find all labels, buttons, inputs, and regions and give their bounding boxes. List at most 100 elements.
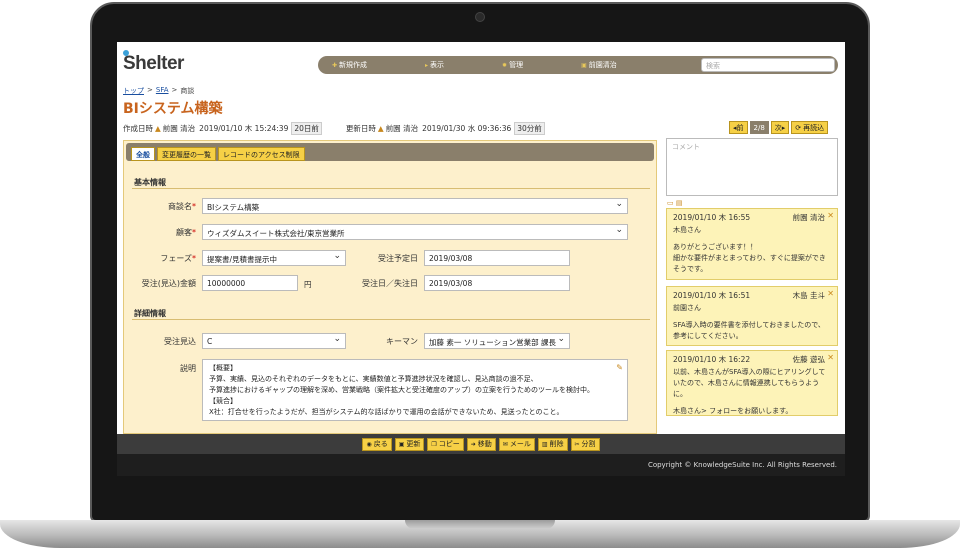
close-icon[interactable]: ✕ [827,352,834,363]
comment-author[interactable]: 前園 清治 [793,212,825,223]
split-button[interactable]: ✂ 分割 [570,437,600,451]
logo[interactable]: Shelter [123,50,184,75]
menu-admin-label: 管理 [509,61,524,69]
app-screen: Shelter ✚ 新規作成 ▸ 表示 ✹ 管理 ▣ 前園清治 検索 トップ >… [117,42,845,476]
back-label: 戻る [373,440,388,448]
attachment-icon[interactable]: ▤ [676,199,683,207]
keyman-select[interactable]: 加藤 素一 ソリューション営業部 課長 ⌄ [424,333,570,349]
tab-access[interactable]: レコードのアクセス制限 [218,147,305,161]
breadcrumb-top[interactable]: トップ [123,86,144,96]
breadcrumb-sep: > [171,86,178,94]
comment-line: 細かな要件がまとまっており、すぐに提案ができそうです。 [673,254,826,273]
breadcrumb-sfa[interactable]: SFA [156,86,169,96]
menu-view[interactable]: ▸ 表示 [425,60,444,70]
deal-name-select[interactable]: BIシステム構築 ⌄ [202,198,628,214]
chevron-down-icon: ⌄ [557,334,565,344]
search-input[interactable]: 検索 [701,58,835,72]
person-icon: ▣ [581,61,587,69]
menu-view-label: 表示 [430,61,445,69]
mail-icon: ✉ [502,440,508,448]
close-icon[interactable]: ✕ [827,288,834,299]
updated-label: 更新日時 [345,124,376,133]
back-button[interactable]: ◉ 戻る [362,437,392,451]
chevron-down-icon: ⌄ [333,334,341,344]
comment-date: 2019/01/10 木 16:51 [673,291,751,300]
pencil-icon[interactable]: ✎ [616,362,623,373]
order-date-input[interactable]: 2019/03/08 [424,275,570,291]
phase-select[interactable]: 提案書/見積書提示中 ⌄ [202,250,346,266]
next-button[interactable]: 次 ▸ [770,121,790,134]
next-icon: ▸ [781,123,786,132]
desc-line: 予算進捗におけるギャップの理解を深め、営業戦略（案件拡大と受注確度のアップ）の立… [209,386,594,394]
menu-new-label: 新規作成 [339,61,368,69]
comment-input[interactable]: コメント [666,138,838,196]
prospect-value: C [207,337,213,346]
copy-button[interactable]: ❐ コピー [427,437,464,451]
comment-date: 2019/01/10 木 16:22 [673,355,751,364]
close-icon[interactable]: ✕ [827,210,834,221]
arrow-icon: ▸ [425,61,429,69]
menu-new[interactable]: ✚ 新規作成 [332,60,367,70]
footer-copyright: Copyright © KnowledgeSuite Inc. All Righ… [117,454,845,476]
comment-author[interactable]: 木島 圭斗 [793,290,825,301]
menu-user-label: 前園清治 [588,61,617,69]
comment-header: 2019/01/10 木 16:55 前園 清治 [673,212,831,223]
comment-header: 2019/01/10 木 16:22 佐藤 遊弘 [673,354,831,365]
required-mark: * [192,202,196,211]
created-ago: 20日前 [291,122,322,135]
order-planned-input[interactable]: 2019/03/08 [424,250,570,266]
tab-bar: 全般 変更履歴の一覧 レコードのアクセス制限 [126,143,654,161]
camera-icon [475,12,485,22]
logo-text: Shelter [123,53,184,74]
keyman-value: 加藤 素一 ソリューション営業部 課長 [429,338,557,347]
comment-author[interactable]: 佐藤 遊弘 [793,354,825,365]
comment-card: ✕ 2019/01/10 木 16:55 前園 清治 木島さん ありがとうござい… [666,208,838,280]
menu-user[interactable]: ▣ 前園清治 [581,60,617,70]
comment-line: ありがとうございます！！ [673,243,757,251]
created-date: 2019/01/10 木 15:24:39 [199,124,289,133]
split-icon: ✂ [574,440,580,448]
description-field[interactable]: ✎ 【概要】 予算、実績、見込のそれぞれのデータをもとに、実績数値と予算進捗状況… [202,359,628,421]
tab-history[interactable]: 変更履歴の一覧 [157,147,216,161]
reload-button[interactable]: ⟳ 再読込 [791,121,829,134]
copy-icon: ❐ [431,440,437,448]
gear-icon: ✹ [502,61,508,69]
mail-label: メール [509,440,531,448]
top-menu-bar: ✚ 新規作成 ▸ 表示 ✹ 管理 ▣ 前園清治 検索 [318,56,838,74]
reload-label: 再読込 [803,123,825,132]
update-label: 更新 [406,440,421,448]
form-panel: 全般 変更履歴の一覧 レコードのアクセス制限 基本情報 商談名* BIシステム構… [123,140,657,434]
amount-input[interactable]: 10000000 [202,275,298,291]
deal-name-label-text: 商談名 [168,202,192,211]
prospect-select[interactable]: C ⌄ [202,333,346,349]
required-mark: * [192,228,196,237]
move-button[interactable]: ➜ 移動 [466,437,496,451]
prev-button[interactable]: ◂ 前 [729,121,748,134]
delete-label: 削除 [549,440,564,448]
comment-date: 2019/01/10 木 16:55 [673,213,751,222]
image-icon[interactable]: ▭ [667,199,674,207]
updated-ago: 30分前 [514,122,545,135]
comment-line: SFA導入時の要件書を添付しておきましたので、参考にしてください。 [673,321,825,340]
section-detail-heading: 詳細情報 [134,309,166,318]
breadcrumb-sep: > [147,86,153,94]
update-button[interactable]: ▣ 更新 [394,437,425,451]
move-icon: ➜ [470,440,476,448]
action-bar: ◉ 戻る ▣ 更新 ❐ コピー ➜ 移動 ✉ メール ▥ 削除 ✂ 分割 [117,434,845,454]
record-meta: 作成日時 ▲ 前園 清治 2019/01/10 木 15:24:39 20日前 … [123,122,545,135]
created-user[interactable]: 前園 清治 [163,123,195,134]
delete-button[interactable]: ▥ 削除 [537,437,568,451]
tab-general[interactable]: 全般 [131,147,155,161]
comment-line: 木島さん [673,226,701,234]
mail-button[interactable]: ✉ メール [498,437,535,451]
prev-label: 前 [736,123,744,132]
required-mark: * [192,254,196,263]
comment-header: 2019/01/10 木 16:51 木島 圭斗 [673,290,831,301]
updated-user[interactable]: 前園 清治 [386,123,418,134]
menu-admin[interactable]: ✹ 管理 [502,60,523,70]
amount-unit: 円 [304,280,312,289]
keyman-label: キーマン [386,337,418,346]
customer-select[interactable]: ウィズダムスイート株式会社/東京営業所 ⌄ [202,224,628,240]
record-pager: ◂ 前 2/8 次 ▸ ⟳ 再読込 [729,121,829,134]
person-icon: ▲ [155,124,161,133]
